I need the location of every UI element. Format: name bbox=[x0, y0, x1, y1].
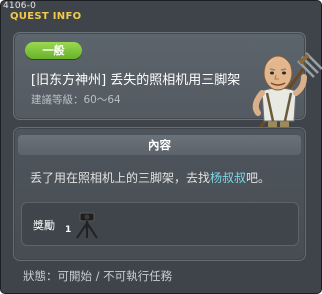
recommended-level: 建議等級：60～64 bbox=[31, 94, 121, 106]
quest-name: [旧东方神州] 丢失的照相机用三脚架 bbox=[31, 73, 241, 88]
reward-item-count: 1 bbox=[65, 225, 72, 235]
tripod-icon[interactable] bbox=[69, 207, 103, 241]
quest-type-badge: 一般 bbox=[25, 42, 82, 59]
reward-label: 獎勵 bbox=[33, 219, 55, 232]
quest-id: 4106-0 bbox=[3, 1, 37, 11]
description-suffix: 吧。 bbox=[246, 171, 271, 185]
quest-content-panel: 內容 丢了用在照相机上的三脚架，去找杨叔叔吧。 獎勵 1 bbox=[13, 127, 306, 261]
reward-box: 獎勵 1 bbox=[21, 202, 299, 246]
quest-status: 狀態：可開始 / 不可執行任務 bbox=[23, 269, 173, 283]
description-text: 丢了用在照相机上的三脚架，去找 bbox=[30, 171, 211, 185]
quest-info-window: 4106-0 QUEST INFO 一般 [旧东方神州] 丢失的照相机用三脚架 … bbox=[0, 0, 322, 294]
quest-header-panel: 一般 [旧东方神州] 丢失的照相机用三脚架 建議等級：60～64 bbox=[13, 32, 322, 141]
window-title: QUEST INFO bbox=[10, 11, 82, 22]
npc-name-link[interactable]: 杨叔叔 bbox=[210, 171, 246, 185]
quest-description: 丢了用在照相机上的三脚架，去找杨叔叔吧。 bbox=[30, 169, 270, 186]
content-header: 內容 bbox=[18, 135, 301, 155]
